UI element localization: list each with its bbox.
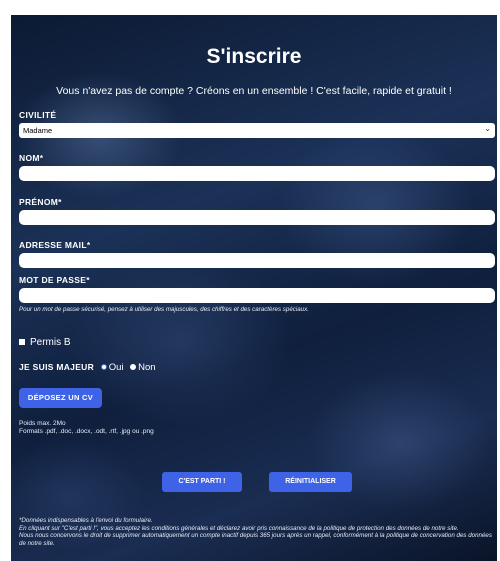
majeur-label: JE SUIS MAJEUR bbox=[19, 362, 95, 372]
permis-checkbox-row[interactable]: Permis B bbox=[19, 337, 71, 348]
password-label: MOT DE PASSE* bbox=[19, 275, 90, 285]
footer-notes: *Données indispensables à l'envoi du for… bbox=[19, 517, 497, 547]
nom-field[interactable] bbox=[19, 166, 495, 181]
nom-label: NOM* bbox=[19, 153, 44, 163]
signup-panel: S'inscrire Vous n'avez pas de compte ? C… bbox=[11, 15, 497, 561]
majeur-oui-label: Oui bbox=[108, 362, 124, 373]
footer-required-note: *Données indispensables à l'envoi du for… bbox=[19, 517, 153, 524]
civilite-label: CIVILITÉ bbox=[19, 110, 57, 120]
permis-checkbox[interactable] bbox=[19, 339, 25, 346]
upload-cv-button[interactable]: DÉPOSEZ UN CV bbox=[19, 388, 102, 408]
majeur-row: JE SUIS MAJEUR Oui Non bbox=[19, 362, 156, 373]
civilite-value: Madame bbox=[23, 126, 53, 135]
password-hint: Pour un mot de passe sécurisé, pensez à … bbox=[19, 306, 309, 313]
footer-conditions-note: En cliquant sur "C'est parti !", vous ac… bbox=[19, 524, 459, 532]
cv-info: Poids max. 2Mo Formats .pdf, .doc, .docx… bbox=[19, 420, 154, 436]
majeur-non-radio[interactable] bbox=[130, 364, 137, 371]
page-title: S'inscrire bbox=[206, 45, 302, 68]
cv-size-text: Poids max. 2Mo bbox=[19, 420, 66, 427]
civilite-select[interactable]: Madame ⌄ bbox=[19, 123, 495, 138]
footer-retention-note: Nous nous concervons le droit de supprim… bbox=[19, 532, 492, 547]
prenom-field[interactable] bbox=[19, 210, 495, 225]
password-field[interactable] bbox=[19, 288, 495, 303]
chevron-down-icon: ⌄ bbox=[484, 124, 491, 133]
permis-label: Permis B bbox=[30, 337, 71, 348]
email-field[interactable] bbox=[19, 253, 495, 268]
submit-button[interactable]: C'EST PARTI ! bbox=[162, 472, 242, 492]
reset-button[interactable]: RÉINITIALISER bbox=[269, 472, 352, 492]
majeur-non-label: Non bbox=[138, 362, 156, 373]
prenom-label: PRÉNOM* bbox=[19, 197, 62, 207]
email-label: ADRESSE MAIL* bbox=[19, 240, 91, 250]
cv-formats-text: Formats .pdf, .doc, .docx, .odt, .rtf, .… bbox=[19, 428, 154, 435]
intro-text: Vous n'avez pas de compte ? Créons en un… bbox=[56, 85, 452, 97]
majeur-oui-radio[interactable] bbox=[100, 364, 107, 371]
